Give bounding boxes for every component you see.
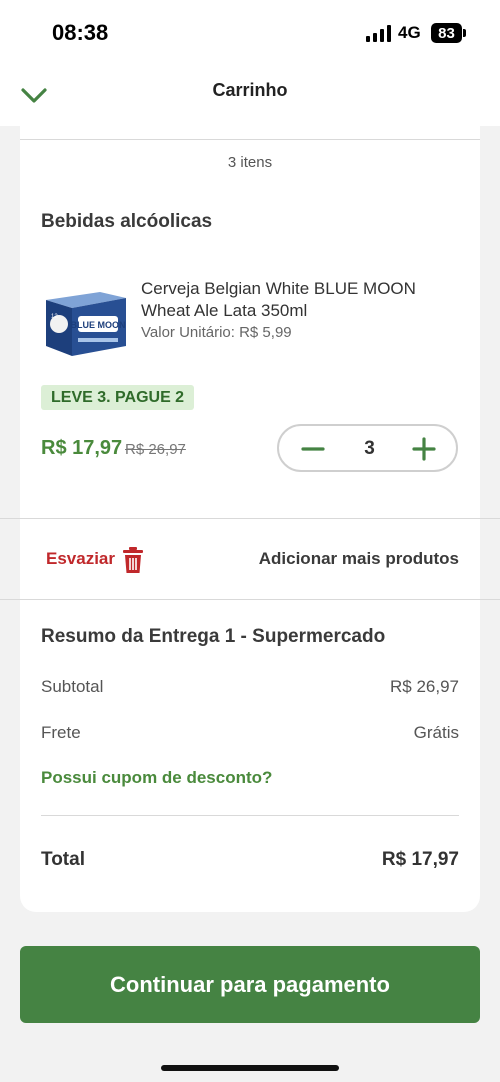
- total-label: Total: [41, 849, 85, 870]
- add-more-products-link[interactable]: Adicionar mais produtos: [259, 549, 459, 569]
- subtotal-label: Subtotal: [41, 677, 104, 696]
- price-old: R$ 26,97: [125, 441, 186, 458]
- signal-icon: [366, 25, 391, 42]
- home-indicator: [161, 1065, 339, 1071]
- trash-icon: [123, 547, 143, 573]
- header: Carrinho: [0, 66, 500, 126]
- page-title: Carrinho: [212, 80, 288, 100]
- product-name[interactable]: Cerveja Belgian White BLUE MOON Wheat Al…: [141, 278, 461, 322]
- status-bar: 08:38 4G 83: [0, 0, 500, 66]
- unit-price: Valor Unitário: R$ 5,99: [141, 324, 292, 341]
- promo-badge: LEVE 3. PAGUE 2: [41, 385, 195, 410]
- battery-icon: 83: [431, 23, 467, 43]
- shipping-value: Grátis: [413, 723, 459, 742]
- battery-level: 83: [431, 23, 462, 43]
- price-current: R$ 17,97: [41, 437, 123, 459]
- cart-card: 3 itens Bebidas alcóolicas BLUE MOON 12 …: [0, 126, 500, 912]
- total-value: R$ 17,97: [381, 849, 459, 870]
- svg-text:BLUE MOON: BLUE MOON: [71, 320, 126, 330]
- plus-icon[interactable]: [411, 436, 437, 462]
- coupon-link[interactable]: Possui cupom de desconto?: [41, 768, 272, 788]
- status-time: 08:38: [52, 20, 109, 45]
- continue-to-payment-button[interactable]: Continuar para pagamento: [20, 946, 480, 1023]
- network-label: 4G: [398, 23, 421, 42]
- section-title: Bebidas alcóolicas: [41, 211, 213, 232]
- summary-title: Resumo da Entrega 1 - Supermercado: [41, 626, 386, 647]
- empty-cart-label: Esvaziar: [46, 549, 115, 568]
- svg-text:12: 12: [51, 314, 58, 320]
- subtotal-value: R$ 26,97: [390, 677, 459, 696]
- quantity-stepper: 3: [277, 424, 458, 472]
- product-image[interactable]: BLUE MOON 12: [42, 286, 128, 358]
- shipping-label: Frete: [41, 723, 81, 742]
- items-count: 3 itens: [227, 154, 273, 171]
